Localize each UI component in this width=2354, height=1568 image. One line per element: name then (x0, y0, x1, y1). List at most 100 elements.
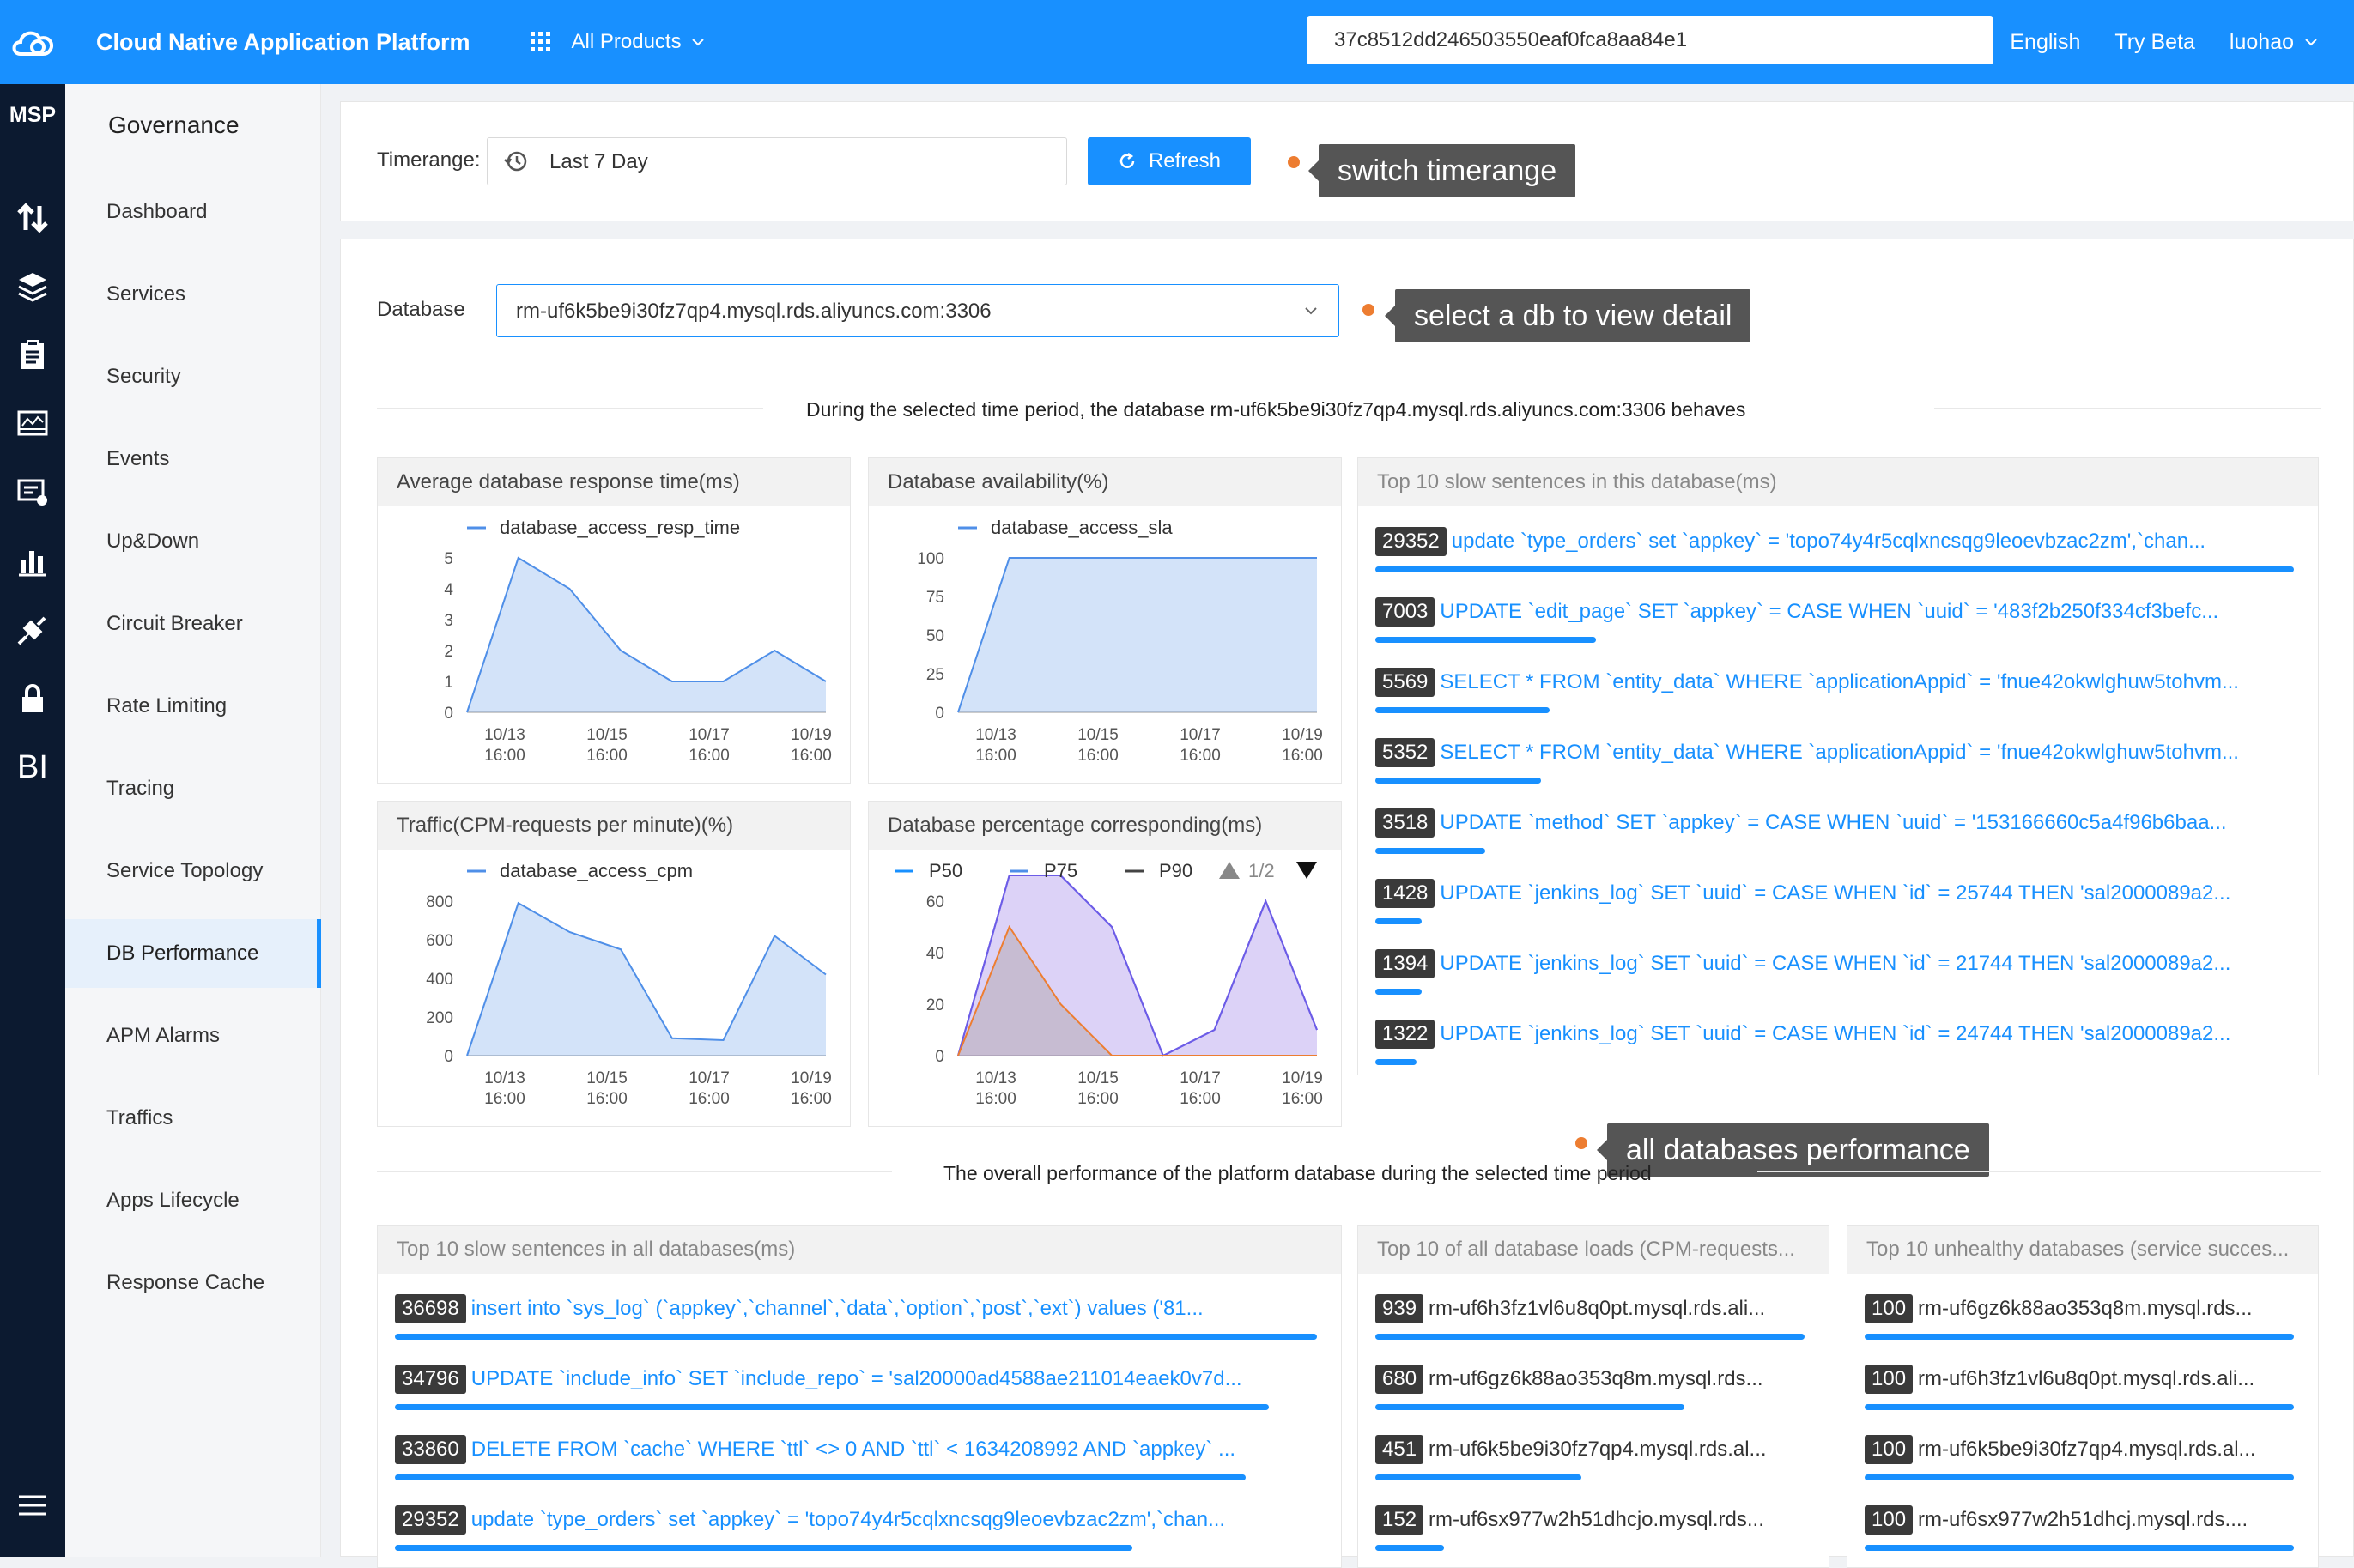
database-select[interactable]: rm-uf6k5be9i30fz7qp4.mysql.rds.aliyuncs.… (496, 284, 1339, 337)
cloud-logo-icon[interactable] (0, 25, 65, 59)
y-tick-label: 4 (444, 581, 453, 599)
list-item[interactable]: 1322UPDATE `jenkins_log` SET `uuid` = CA… (1375, 1020, 2302, 1080)
card-title: Top 10 unhealthy databases (service succ… (1847, 1226, 2318, 1274)
app-title[interactable]: Cloud Native Application Platform (96, 29, 470, 56)
hamburger-menu-icon[interactable] (10, 1483, 55, 1528)
row-text[interactable]: SELECT * FROM `entity_data` WHERE `appli… (1440, 670, 2239, 694)
y-tick-label: 200 (426, 1009, 453, 1027)
monitor-icon[interactable] (10, 402, 55, 446)
list-item[interactable]: 100rm-uf6h3fz1vl6u8q0pt.mysql.rds.ali... (1865, 1365, 2302, 1425)
sidebar-item-circuit-breaker[interactable]: Circuit Breaker (65, 590, 321, 658)
row-text[interactable]: UPDATE `jenkins_log` SET `uuid` = CASE W… (1440, 1022, 2230, 1046)
progress-track (1865, 1334, 2294, 1340)
row-text[interactable]: DELETE FROM `cache` WHERE `ttl` <> 0 AND… (471, 1438, 1235, 1462)
list-item[interactable]: 5352SELECT * FROM `entity_data` WHERE `a… (1375, 738, 2302, 798)
global-search-input[interactable]: 37c8512dd246503550eaf0fca8aa84e1 (1307, 16, 1993, 64)
list-item[interactable]: 7003UPDATE `edit_page` SET `appkey` = CA… (1375, 597, 2302, 657)
divider (1757, 1171, 2321, 1172)
msp-label[interactable]: MSP (0, 103, 65, 128)
list-item[interactable]: 34796UPDATE `include_info` SET `include_… (395, 1365, 1326, 1425)
list-item[interactable]: 3518UPDATE `method` SET `appkey` = CASE … (1375, 808, 2302, 869)
plug-icon[interactable] (10, 608, 55, 652)
timerange-picker[interactable]: Last 7 Day (487, 137, 1067, 185)
sidebar-item-rate-limiting[interactable]: Rate Limiting (65, 672, 321, 741)
x-tick-label: 10/19 (1282, 1069, 1323, 1087)
sidebar-item-events[interactable]: Events (65, 425, 321, 493)
list-item[interactable]: 1428UPDATE `jenkins_log` SET `uuid` = CA… (1375, 879, 2302, 939)
x-tick-label: 10/15 (1077, 726, 1119, 744)
sidebar-item-tracing[interactable]: Tracing (65, 754, 321, 823)
sidebar-item-response-cache[interactable]: Response Cache (65, 1249, 321, 1317)
progress-fill (1375, 1404, 1684, 1410)
all-products-menu[interactable]: All Products (529, 30, 707, 54)
sidebar-item-traffics[interactable]: Traffics (65, 1084, 321, 1153)
x-tick-label: 10/17 (689, 726, 730, 744)
list-item[interactable]: 100rm-uf6k5be9i30fz7qp4.mysql.rds.al... (1865, 1435, 2302, 1495)
traffic-chart: 020040060080010/1316:0010/1516:0010/1716… (378, 850, 852, 1126)
value-badge: 29352 (1375, 527, 1447, 556)
sidebar-item-db-performance[interactable]: DB Performance (65, 919, 321, 988)
transfer-icon[interactable] (10, 196, 55, 240)
x-tick-label: 16:00 (791, 747, 832, 765)
alert-screen-icon[interactable] (10, 470, 55, 515)
chart-title: Database percentage corresponding(ms) (869, 802, 1341, 850)
progress-fill (1375, 707, 1550, 713)
y-tick-label: 800 (426, 893, 453, 911)
list-item[interactable]: 5569SELECT * FROM `entity_data` WHERE `a… (1375, 668, 2302, 728)
chart-card-availability: Database availability(%) 025507510010/13… (868, 457, 1342, 784)
value-badge: 3518 (1375, 808, 1435, 838)
list-item[interactable]: 680rm-uf6gz6k88ao353q8m.mysql.rds... (1375, 1365, 1813, 1425)
sidebar-item-up-down[interactable]: Up&Down (65, 507, 321, 576)
clipboard-icon[interactable] (10, 333, 55, 378)
progress-fill (395, 1545, 1132, 1551)
sidebar-item-service-topology[interactable]: Service Topology (65, 837, 321, 905)
history-icon (503, 148, 529, 174)
row-text[interactable]: update `type_orders` set `appkey` = 'top… (471, 1508, 1225, 1532)
refresh-button[interactable]: Refresh (1088, 137, 1251, 185)
layers-icon[interactable] (10, 264, 55, 309)
row-text[interactable]: UPDATE `edit_page` SET `appkey` = CASE W… (1440, 600, 2218, 624)
try-beta-link[interactable]: Try Beta (2114, 30, 2195, 55)
row-text[interactable]: update `type_orders` set `appkey` = 'top… (1452, 530, 2205, 554)
value-badge: 7003 (1375, 597, 1435, 627)
list-item[interactable]: 939rm-uf6h3fz1vl6u8q0pt.mysql.rds.ali... (1375, 1294, 1813, 1354)
progress-fill (1375, 637, 1596, 643)
sidebar-item-apm-alarms[interactable]: APM Alarms (65, 1002, 321, 1070)
bar-chart-icon[interactable] (10, 539, 55, 584)
y-tick-label: 2 (444, 643, 453, 661)
sidebar-item-services[interactable]: Services (65, 260, 321, 329)
section-title-overall: The overall performance of the platform … (943, 1162, 1652, 1185)
all-db-tooltip: all databases performance (1607, 1123, 1989, 1177)
user-menu[interactable]: luohao (2230, 30, 2320, 55)
sidebar-item-security[interactable]: Security (65, 342, 321, 411)
list-item[interactable]: 1394UPDATE `jenkins_log` SET `uuid` = CA… (1375, 949, 2302, 1009)
list-item[interactable]: 33860DELETE FROM `cache` WHERE `ttl` <> … (395, 1435, 1326, 1495)
legend-label: database_access_resp_time (500, 517, 740, 538)
value-badge: 34796 (395, 1365, 466, 1394)
availability-chart: 025507510010/1316:0010/1516:0010/1716:00… (869, 506, 1343, 783)
row-text[interactable]: UPDATE `jenkins_log` SET `uuid` = CASE W… (1440, 881, 2230, 905)
row-text[interactable]: UPDATE `jenkins_log` SET `uuid` = CASE W… (1440, 952, 2230, 976)
legend-label: P50 (929, 860, 962, 881)
series-area (467, 903, 826, 1056)
list-item[interactable]: 29352update `type_orders` set `appkey` =… (1375, 527, 2302, 587)
value-badge: 1322 (1375, 1020, 1435, 1049)
sidebar-item-dashboard[interactable]: Dashboard (65, 178, 321, 246)
list-item[interactable]: 36698insert into `sys_log` (`appkey`,`ch… (395, 1294, 1326, 1354)
sidebar-item-apps-lifecycle[interactable]: Apps Lifecycle (65, 1166, 321, 1235)
row-text[interactable]: SELECT * FROM `entity_data` WHERE `appli… (1440, 741, 2239, 765)
list-item[interactable]: 451rm-uf6k5be9i30fz7qp4.mysql.rds.al... (1375, 1435, 1813, 1495)
progress-track (1375, 1334, 1805, 1340)
bi-icon[interactable]: BI (10, 745, 55, 790)
x-tick-label: 10/17 (1180, 726, 1221, 744)
list-item[interactable]: 100rm-uf6gz6k88ao353q8m.mysql.rds... (1865, 1294, 2302, 1354)
row-text[interactable]: insert into `sys_log` (`appkey`,`channel… (471, 1297, 1204, 1321)
language-switch[interactable]: English (2010, 30, 2080, 55)
row-text[interactable]: UPDATE `method` SET `appkey` = CASE WHEN… (1440, 811, 2226, 835)
tip-dot (1288, 156, 1300, 168)
row-text[interactable]: UPDATE `include_info` SET `include_repo`… (471, 1367, 1242, 1391)
lock-icon[interactable] (10, 676, 55, 721)
value-badge: 939 (1375, 1294, 1423, 1323)
user-name: luohao (2230, 30, 2294, 55)
timerange-label: Timerange: (377, 148, 481, 173)
